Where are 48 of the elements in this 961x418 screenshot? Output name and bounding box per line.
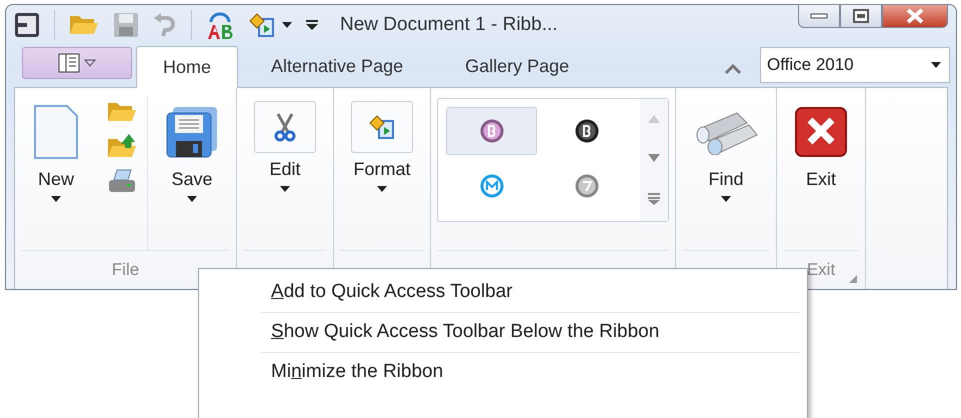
caret-icon	[84, 59, 96, 67]
x-mark-icon	[794, 106, 848, 158]
save-button[interactable]: Save	[154, 96, 230, 207]
dropdown-caret-icon	[282, 22, 292, 28]
group-caption: Exit	[806, 260, 836, 280]
folder-arrow-icon[interactable]	[107, 132, 137, 160]
ribbon-tab[interactable]: Gallery Page	[436, 45, 598, 87]
find-button[interactable]: Find	[682, 96, 770, 207]
edit-button[interactable]: Edit	[243, 96, 327, 197]
collapse-ribbon-icon[interactable]	[724, 63, 742, 75]
folder-icon[interactable]	[69, 13, 99, 37]
menu-item[interactable]: Minimize the Ribbon	[199, 353, 807, 392]
ribbon-tab[interactable]: Home	[136, 46, 238, 88]
customize-menu-icon[interactable]	[306, 20, 318, 30]
dialog-launcher-icon[interactable]	[849, 275, 857, 283]
maximize-button[interactable]	[840, 4, 882, 28]
window-menu-icon[interactable]	[14, 12, 40, 38]
blank-page-icon	[33, 104, 79, 160]
scroll-down-icon[interactable]	[648, 154, 660, 162]
expand-gallery-icon[interactable]	[648, 193, 660, 206]
minimize-button[interactable]	[798, 4, 840, 28]
menu-item[interactable]: Add to Quick Access Toolbar	[199, 273, 807, 312]
new-button[interactable]: New	[21, 96, 91, 207]
paint-bucket-icon	[368, 113, 396, 141]
exit-button[interactable]: Exit	[783, 96, 859, 195]
paint-bucket-icon[interactable]	[248, 11, 276, 39]
round-style-icon	[574, 174, 598, 198]
window-title: New Document 1 - Ribb...	[340, 14, 558, 36]
application-menu-button[interactable]	[22, 47, 132, 79]
round-style-icon	[480, 119, 504, 143]
panel-layout-icon	[58, 53, 80, 73]
skin-combo-box[interactable]: Office 2010	[760, 47, 950, 83]
maximize-icon	[853, 9, 869, 23]
close-button[interactable]	[882, 4, 948, 28]
scissors-icon	[272, 112, 298, 142]
printer-icon[interactable]	[107, 168, 137, 194]
spelling-icon[interactable]	[206, 10, 234, 40]
menu-item[interactable]: Show Quick Access Toolbar Below the Ribbon	[199, 313, 807, 352]
folder-icon[interactable]	[107, 100, 137, 124]
round-style-icon	[574, 119, 598, 143]
minimize-icon	[810, 13, 828, 19]
round-style-icon	[480, 174, 504, 198]
group-caption: File	[112, 260, 140, 280]
close-icon	[906, 8, 924, 24]
format-button[interactable]: Format	[340, 96, 424, 197]
ribbon-tab[interactable]: Alternative Page	[242, 45, 432, 87]
floppy-disk-icon	[165, 105, 219, 159]
dropdown-caret-icon	[931, 62, 941, 68]
